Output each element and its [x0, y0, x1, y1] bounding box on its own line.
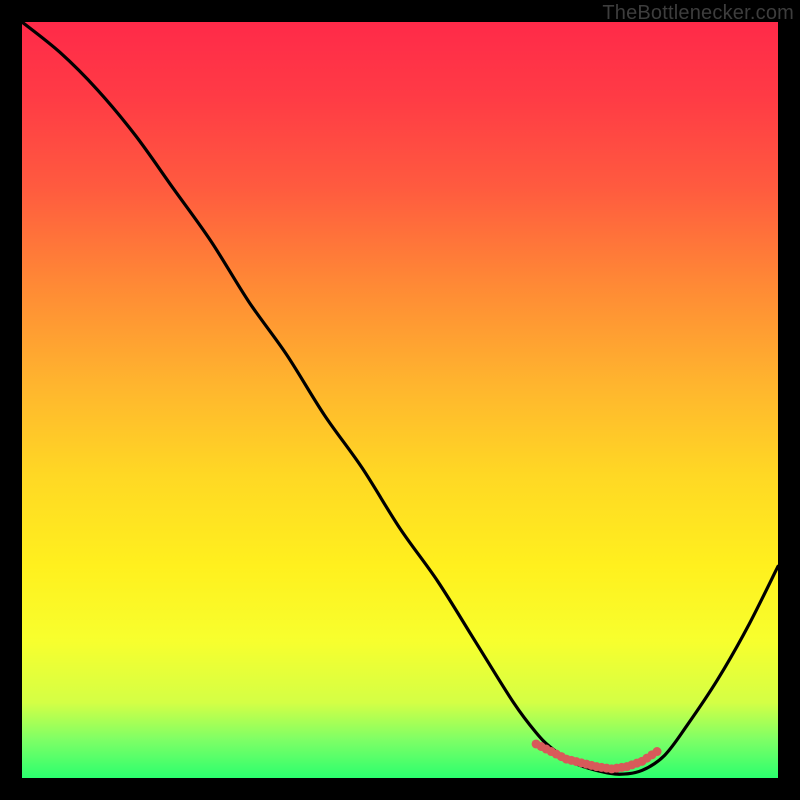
watermark-text: TheBottlenecker.com — [602, 2, 794, 25]
chart-frame — [22, 22, 778, 778]
optimal-band-marker — [532, 739, 662, 773]
chart-svg — [22, 22, 778, 778]
optimal-band-dot — [653, 747, 662, 756]
bottleneck-curve — [22, 22, 778, 774]
